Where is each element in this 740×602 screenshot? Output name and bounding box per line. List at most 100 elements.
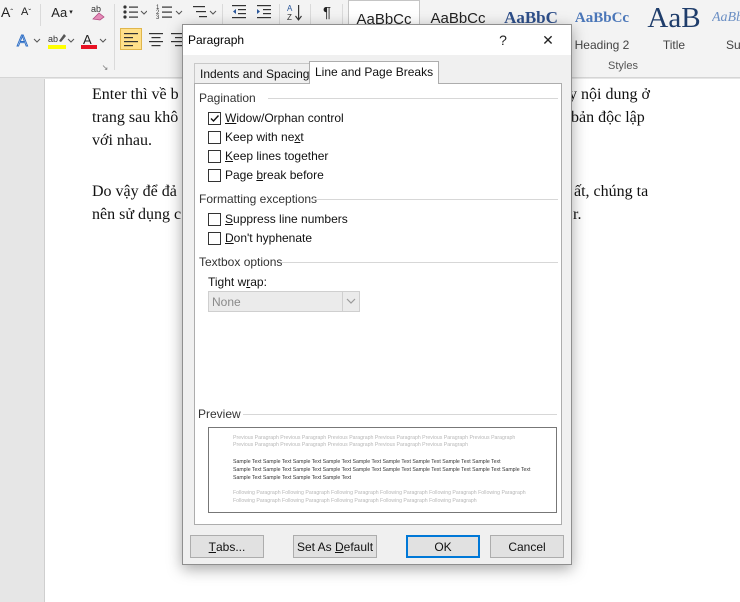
style-title[interactable]: AaB Title — [640, 0, 708, 54]
suppress-line-numbers-checkbox[interactable]: Suppress line numbers — [208, 212, 348, 226]
checkbox-box[interactable] — [208, 212, 221, 226]
decrease-indent-icon — [232, 5, 246, 19]
label-part: idow/Orphan control — [236, 111, 344, 125]
ok-button[interactable]: OK — [406, 535, 480, 558]
label-part: on't hyphenate — [233, 231, 313, 245]
multilevel-list-button[interactable] — [190, 1, 218, 23]
decrease-indent-button[interactable] — [228, 1, 250, 23]
svg-text:A: A — [17, 33, 28, 50]
doc-line: trang sau khô — [92, 109, 179, 126]
style-heading-2[interactable]: AaBbCc Heading 2 — [568, 0, 636, 54]
formatting-exceptions-group-label: Formatting exceptions — [199, 192, 318, 206]
tight-wrap-select[interactable]: None — [208, 291, 360, 312]
tight-wrap-label: Tight wrap: — [208, 275, 267, 289]
preview-following-line: Following Paragraph Following Paragraph … — [233, 490, 526, 496]
group-divider — [243, 414, 557, 415]
style-name: Heading 2 — [574, 38, 630, 52]
access-key: W — [225, 111, 237, 125]
widow-orphan-checkbox[interactable]: Widow/Orphan control — [208, 111, 344, 125]
cancel-button[interactable]: Cancel — [490, 535, 564, 558]
font-color-button[interactable]: A — [78, 30, 108, 50]
divider — [40, 4, 41, 26]
close-icon: ✕ — [542, 31, 554, 48]
preview-sample-line: Sample Text Sample Text Sample Text Samp… — [233, 459, 501, 465]
svg-text:A: A — [83, 32, 92, 47]
keep-with-next-label: Keep with next — [225, 130, 304, 144]
doc-line: Enter thì về b — [92, 86, 179, 103]
textbox-options-group-label: Textbox options — [199, 255, 283, 269]
checkbox-box[interactable] — [208, 130, 221, 144]
increase-indent-button[interactable] — [253, 1, 275, 23]
keep-lines-together-checkbox[interactable]: Keep lines together — [208, 149, 328, 163]
show-hide-marks-button[interactable]: ¶ — [316, 1, 338, 23]
divider — [279, 4, 280, 26]
dont-hyphenate-checkbox[interactable]: Don't hyphenate — [208, 231, 312, 245]
dialog-titlebar[interactable]: Paragraph ? ✕ — [183, 25, 571, 55]
tab-indents-and-spacing[interactable]: Indents and Spacing — [194, 63, 316, 83]
numbered-list-icon: 123 — [156, 5, 183, 21]
launcher-icon: ↘ — [101, 62, 109, 72]
dropdown-arrow[interactable] — [342, 292, 359, 311]
change-case-button[interactable]: Aa ▾ — [48, 2, 76, 22]
style-subtitle[interactable]: AaBbC Su — [712, 0, 740, 54]
shrink-font-button[interactable]: Aˇ — [16, 2, 36, 22]
grow-font-label: A — [0, 4, 11, 20]
label-part: uppress line numbers — [233, 212, 348, 226]
shrink-font-label: A — [20, 6, 29, 18]
style-sample: AaBbCc — [574, 9, 630, 26]
align-center-icon — [149, 33, 163, 47]
group-divider — [281, 262, 558, 263]
tabs-button[interactable]: Tabs... — [190, 535, 264, 558]
sort-az-icon: AZ — [287, 4, 302, 22]
align-center-button[interactable] — [145, 28, 167, 50]
highlight-color-button[interactable]: ab — [46, 30, 76, 50]
label-part: eep lines together — [233, 149, 329, 163]
doc-line: Do vậy để đả — [92, 183, 177, 200]
chevron-down-icon — [346, 298, 356, 304]
dialog-title: Paragraph — [188, 33, 245, 47]
preview-box: Previous Paragraph Previous Paragraph Pr… — [208, 427, 557, 513]
preview-sample-line: Sample Text Sample Text Sample Text Samp… — [233, 467, 531, 473]
doc-line: r. — [573, 206, 582, 223]
checkbox-box[interactable] — [208, 111, 221, 125]
style-sample: AaB — [647, 1, 701, 34]
button-label: abs... — [215, 539, 246, 554]
svg-text:A: A — [287, 4, 293, 13]
button-label: Set As — [296, 539, 335, 554]
font-dialog-launcher[interactable]: ↘ — [100, 62, 110, 72]
access-key: K — [225, 149, 234, 163]
help-button[interactable]: ? — [492, 29, 514, 51]
checkbox-box[interactable] — [208, 149, 221, 163]
page-break-before-checkbox[interactable]: Page break before — [208, 168, 324, 182]
highlighter-icon: ab — [48, 34, 75, 49]
group-divider — [268, 98, 558, 99]
doc-line: ất, chúng ta — [574, 183, 649, 200]
set-as-default-button[interactable]: Set As Default — [293, 535, 377, 558]
grow-font-button[interactable]: Aˆ — [0, 2, 14, 22]
access-key: D — [225, 231, 234, 245]
tab-line-and-page-breaks[interactable]: Line and Page Breaks — [309, 61, 440, 84]
bullets-button[interactable] — [120, 1, 148, 23]
clear-formatting-button[interactable]: ab — [88, 1, 110, 21]
doc-line: nên sử dụng c — [92, 206, 182, 223]
pilcrow-icon: ¶ — [322, 3, 332, 21]
sort-button[interactable]: AZ — [284, 1, 306, 23]
text-effects-button[interactable]: A — [14, 30, 44, 50]
tab-strip: Indents and Spacing Line and Page Breaks — [194, 61, 562, 84]
numbering-button[interactable]: 123 — [154, 1, 186, 23]
preview-previous-line: Previous Paragraph Previous Paragraph Pr… — [233, 435, 516, 441]
checkmark-icon — [210, 114, 220, 122]
align-left-button[interactable] — [120, 28, 142, 50]
label-part: ap: — [250, 275, 267, 289]
close-button[interactable]: ✕ — [537, 29, 559, 51]
change-case-label: Aa — [51, 4, 68, 20]
tight-wrap-value: None — [212, 295, 241, 309]
label-part: reak before — [263, 168, 324, 182]
increase-indent-icon — [257, 5, 271, 19]
preview-previous-line: Previous Paragraph Previous Paragraph Pr… — [233, 442, 469, 448]
align-left-icon — [124, 33, 138, 47]
keep-with-next-checkbox[interactable]: Keep with next — [208, 130, 304, 144]
checkbox-box[interactable] — [208, 231, 221, 245]
checkbox-box[interactable] — [208, 168, 221, 182]
multilevel-list-icon — [193, 6, 217, 18]
